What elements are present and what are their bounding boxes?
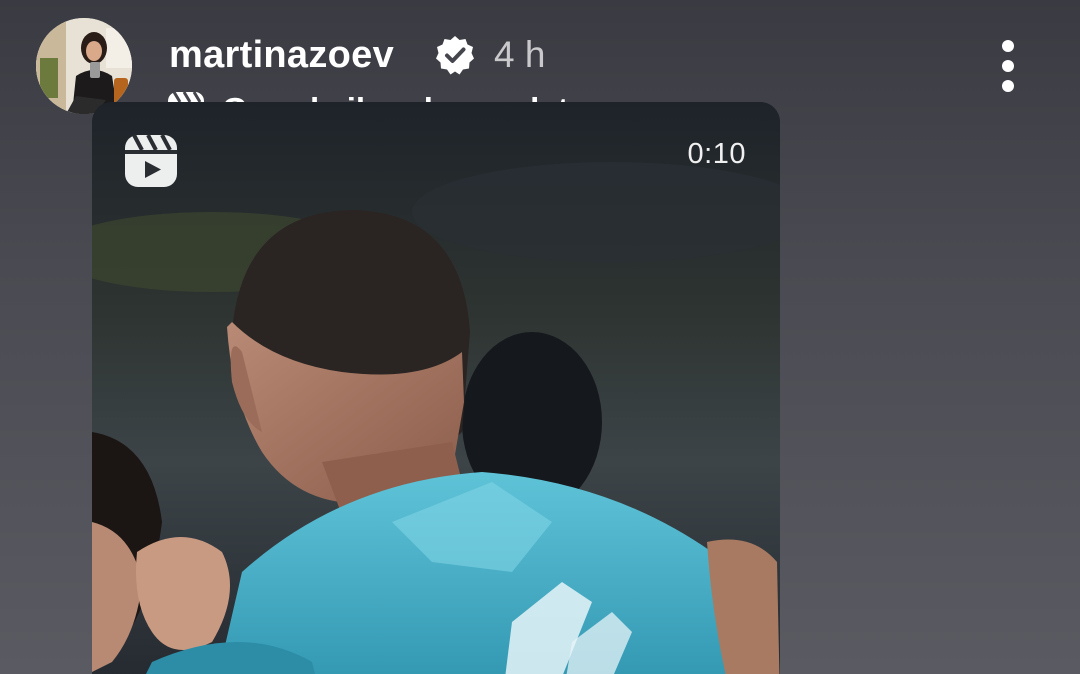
reel-preview[interactable]: 0:10	[92, 102, 780, 674]
video-duration: 0:10	[687, 138, 746, 170]
verified-badge-icon	[436, 36, 474, 75]
profile-avatar[interactable]	[36, 18, 132, 114]
more-vertical-icon	[1002, 40, 1014, 52]
more-options-button[interactable]	[992, 38, 1024, 94]
post-time: 4 h	[494, 34, 546, 75]
username[interactable]: martinazoev	[169, 32, 394, 78]
reel-thumbnail-image	[92, 102, 780, 674]
avatar-photo	[36, 18, 132, 114]
reels-icon	[125, 134, 177, 187]
